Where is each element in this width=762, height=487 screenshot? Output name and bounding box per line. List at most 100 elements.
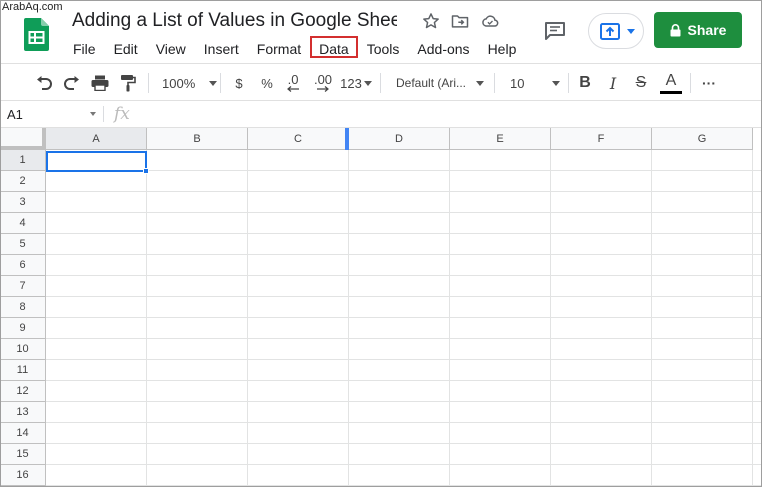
select-all-corner[interactable]: [0, 128, 46, 150]
column-gridline: [348, 150, 349, 487]
menu-format[interactable]: Format: [248, 36, 310, 58]
font-family-value: Default (Ari...: [396, 76, 467, 90]
row-gridline: [46, 359, 762, 360]
increase-decimals-label: .00: [313, 72, 333, 87]
menu-insert[interactable]: Insert: [195, 36, 248, 58]
more-formats-select[interactable]: 123: [338, 64, 374, 102]
selected-cell-a1[interactable]: [46, 151, 147, 172]
row-gridline: [46, 191, 762, 192]
row-gridline: [46, 443, 762, 444]
text-color-button[interactable]: A: [658, 64, 684, 102]
chevron-down-icon: [209, 80, 218, 86]
row-header-7[interactable]: 7: [0, 276, 46, 297]
row-gridline: [46, 422, 762, 423]
menu-view[interactable]: View: [147, 36, 195, 58]
row-gridline: [46, 212, 762, 213]
font-family-select[interactable]: Default (Ari...: [390, 64, 488, 102]
lock-icon: [670, 23, 681, 36]
print-button[interactable]: [88, 64, 112, 102]
row-gridline: [46, 464, 762, 465]
toolbar-separator: [148, 73, 149, 93]
decrease-decimals-label: .0: [287, 72, 299, 87]
strikethrough-button[interactable]: S: [630, 64, 652, 102]
menu-help[interactable]: Help: [479, 36, 526, 58]
row-header-6[interactable]: 6: [0, 255, 46, 276]
formula-bar: A1 fx: [0, 101, 762, 128]
row-gridline: [46, 401, 762, 402]
row-gridline: [46, 275, 762, 276]
fill-handle[interactable]: [143, 168, 149, 174]
column-header-d[interactable]: D: [349, 128, 450, 150]
document-title[interactable]: Adding a List of Values in Google Shee..…: [72, 10, 397, 32]
move-to-folder-icon[interactable]: [450, 11, 470, 31]
row-header-4[interactable]: 4: [0, 213, 46, 234]
chevron-down-icon: [627, 29, 635, 34]
text-color-swatch: [660, 90, 682, 94]
row-gridline: [46, 338, 762, 339]
menu-file[interactable]: File: [64, 36, 105, 58]
row-gridline: [46, 317, 762, 318]
present-button[interactable]: [588, 13, 644, 49]
row-header-13[interactable]: 13: [0, 402, 46, 423]
zoom-value: 100%: [162, 75, 196, 91]
comment-icon[interactable]: [543, 20, 567, 42]
sheets-logo-icon[interactable]: [24, 18, 49, 51]
row-header-15[interactable]: 15: [0, 444, 46, 465]
share-label: Share: [687, 22, 727, 38]
print-icon: [91, 75, 109, 91]
chevron-down-icon: [476, 80, 485, 86]
column-header-c[interactable]: C: [248, 128, 349, 150]
toolbar-separator: [220, 73, 221, 93]
more-formats-label: 123: [340, 75, 362, 91]
column-header-a[interactable]: A: [46, 128, 147, 150]
column-gridline: [651, 150, 652, 487]
row-header-8[interactable]: 8: [0, 297, 46, 318]
menu-add-ons[interactable]: Add-ons: [408, 36, 478, 58]
font-size-select[interactable]: 10: [502, 64, 564, 102]
menu-data[interactable]: Data: [310, 36, 358, 58]
row-header-10[interactable]: 10: [0, 339, 46, 360]
cloud-saved-icon[interactable]: [480, 11, 500, 31]
more-options-button[interactable]: ···: [698, 64, 720, 102]
format-percent-button[interactable]: %: [256, 64, 278, 102]
row-header-1[interactable]: 1: [0, 150, 46, 171]
column-header-f[interactable]: F: [551, 128, 652, 150]
bold-button[interactable]: B: [574, 64, 596, 102]
column-header-b[interactable]: B: [147, 128, 248, 150]
formula-bar-separator: [103, 106, 104, 122]
paint-format-icon: [121, 75, 136, 92]
decrease-decimals-button[interactable]: .0: [282, 64, 304, 102]
undo-button[interactable]: [32, 64, 56, 102]
menu-bar: File Edit View Insert Format Data Tools …: [64, 36, 525, 58]
text-color-label: A: [665, 71, 677, 89]
row-header-11[interactable]: 11: [0, 360, 46, 381]
column-resize-handle[interactable]: [345, 128, 349, 150]
toolbar-separator: [568, 73, 569, 93]
spreadsheet-grid[interactable]: 16 15 14 13 12 11 10 9 8 7 6 5 4 3 2 1 G F E D C B A: [0, 128, 762, 487]
row-gridline: [46, 170, 762, 171]
row-header-9[interactable]: 9: [0, 318, 46, 339]
format-currency-button[interactable]: $: [228, 64, 250, 102]
row-header-12[interactable]: 12: [0, 381, 46, 402]
italic-button[interactable]: I: [602, 64, 624, 102]
column-header-g[interactable]: G: [652, 128, 753, 150]
star-icon[interactable]: [421, 11, 441, 31]
menu-tools[interactable]: Tools: [358, 36, 409, 58]
zoom-select[interactable]: 100%: [156, 64, 218, 102]
name-box[interactable]: A1: [0, 101, 100, 127]
paint-format-button[interactable]: [116, 64, 140, 102]
chevron-down-icon: [363, 80, 372, 86]
increase-decimals-button[interactable]: .00: [310, 64, 336, 102]
menu-edit[interactable]: Edit: [105, 36, 147, 58]
arrow-left-icon: [287, 86, 299, 92]
row-header-14[interactable]: 14: [0, 423, 46, 444]
redo-button[interactable]: [60, 64, 84, 102]
row-header-2[interactable]: 2: [0, 171, 46, 192]
column-header-e[interactable]: E: [450, 128, 551, 150]
column-gridline: [550, 150, 551, 487]
row-header-16[interactable]: 16: [0, 465, 46, 486]
chevron-down-icon[interactable]: [90, 112, 96, 116]
share-button[interactable]: Share: [654, 12, 742, 48]
row-header-3[interactable]: 3: [0, 192, 46, 213]
row-header-5[interactable]: 5: [0, 234, 46, 255]
